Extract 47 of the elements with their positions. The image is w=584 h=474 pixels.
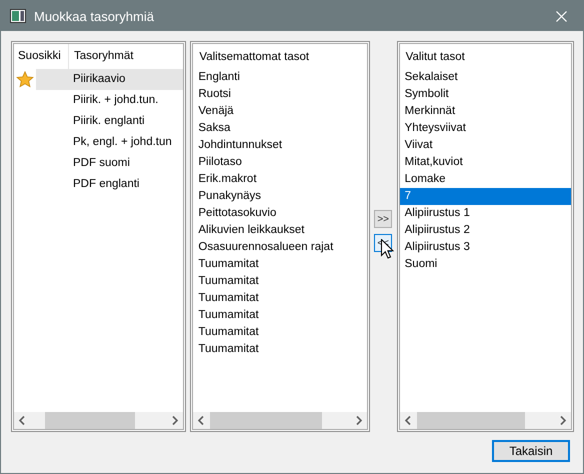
layer-item[interactable]: Tuumamitat xyxy=(193,256,367,273)
column-header[interactable]: Tasoryhmät xyxy=(69,44,134,69)
layer-item[interactable]: Mitat,kuviot xyxy=(400,154,571,171)
layer-item[interactable]: Alipiirustus 2 xyxy=(400,222,571,239)
group-item[interactable]: Pk, engl. + johd.tun xyxy=(36,132,184,153)
layer-item[interactable]: Sekalaiset xyxy=(400,69,571,86)
scrollbar-thumb[interactable] xyxy=(210,412,322,429)
layer-item[interactable]: Lomake xyxy=(400,171,571,188)
group-item[interactable]: Piirikaavio xyxy=(36,69,184,90)
layer-item[interactable]: Venäjä xyxy=(193,103,367,120)
layer-item[interactable]: Alipiirustus 1 xyxy=(400,205,571,222)
layer-item[interactable]: Suomi xyxy=(400,256,571,273)
group-item[interactable]: Piirik. + johd.tun. xyxy=(36,90,184,111)
star-icon[interactable] xyxy=(16,71,34,88)
layer-item[interactable]: Ruotsi xyxy=(193,86,367,103)
group-item[interactable]: Piirik. englanti xyxy=(36,111,184,132)
layer-item[interactable]: Tuumamitat xyxy=(193,341,367,358)
close-icon[interactable] xyxy=(556,10,566,22)
layer-item[interactable]: Piilotaso xyxy=(193,154,367,171)
layer-item[interactable]: Alipiirustus 3 xyxy=(400,239,571,256)
app-icon xyxy=(10,9,26,23)
column-header[interactable]: Valitsemattomat tasot xyxy=(193,50,310,62)
layer-item[interactable]: Johdintunnukset xyxy=(193,137,367,154)
layer-item[interactable]: Merkinnät xyxy=(400,103,571,120)
layer-item[interactable]: Tuumamitat xyxy=(193,307,367,324)
layer-item[interactable]: Saksa xyxy=(193,120,367,137)
move-button[interactable]: >> xyxy=(374,210,392,228)
layer-item[interactable]: Alikuvien leikkaukset xyxy=(193,222,367,239)
layer-item[interactable]: Erik.makrot xyxy=(193,171,367,188)
scrollbar-thumb[interactable] xyxy=(45,412,135,429)
layer-item[interactable]: Punakynäys xyxy=(193,188,367,205)
layer-item[interactable]: Tuumamitat xyxy=(193,273,367,290)
window-title: Muokkaa tasoryhmiä xyxy=(34,8,155,24)
layer-item[interactable]: Tuumamitat xyxy=(193,324,367,341)
back-button[interactable]: Takaisin xyxy=(492,440,570,462)
group-item[interactable]: PDF suomi xyxy=(36,153,184,174)
layer-item[interactable]: Osasuurennosalueen rajat xyxy=(193,239,367,256)
layer-item[interactable]: Viivat xyxy=(400,137,571,154)
layer-item[interactable]: Englanti xyxy=(193,69,367,86)
layer-item[interactable]: Peittotasokuvio xyxy=(193,205,367,222)
layer-item[interactable]: Yhteysviivat xyxy=(400,120,571,137)
group-item[interactable]: PDF englanti xyxy=(36,174,184,195)
scrollbar-thumb[interactable] xyxy=(416,412,525,429)
layer-item[interactable]: Symbolit xyxy=(400,86,571,103)
column-header[interactable]: Valitut tasot xyxy=(400,50,465,62)
layer-item[interactable]: 7 xyxy=(400,188,571,205)
layer-item[interactable]: Tuumamitat xyxy=(193,290,367,307)
